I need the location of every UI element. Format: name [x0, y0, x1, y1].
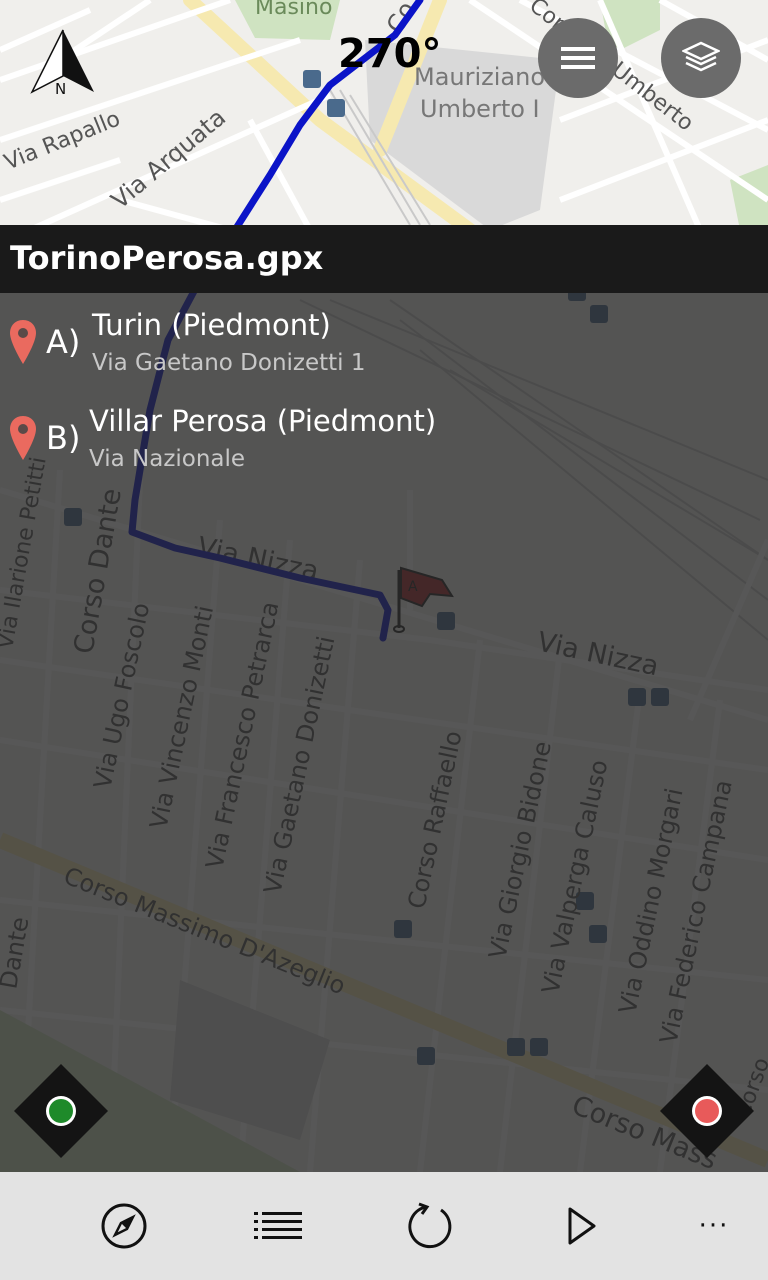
record-button[interactable] [660, 1064, 754, 1158]
pin-icon [10, 416, 36, 460]
start-button[interactable] [14, 1064, 108, 1158]
north-compass-icon[interactable]: N [30, 28, 96, 100]
app-bar: ··· [0, 1172, 768, 1280]
svg-text:N: N [55, 80, 66, 98]
pin-icon [10, 320, 36, 364]
waypoint-letter: A) [46, 323, 81, 361]
more-icon: ··· [698, 1211, 730, 1241]
compass-icon [101, 1203, 147, 1249]
waypoint-address: Via Nazionale [89, 446, 246, 472]
refresh-icon [408, 1202, 452, 1249]
heading-readout: 270° [338, 31, 442, 77]
refresh-button[interactable] [400, 1196, 460, 1256]
layers-button[interactable] [661, 18, 741, 98]
file-title: TorinoPerosa.gpx [10, 239, 324, 277]
compass-button[interactable] [94, 1196, 154, 1256]
play-icon [568, 1207, 596, 1245]
svg-text:A: A [408, 579, 418, 595]
play-button[interactable] [552, 1196, 612, 1256]
waypoint-address: Via Gaetano Donizetti 1 [92, 350, 366, 376]
list-icon [254, 1212, 302, 1239]
waypoint-name: Villar Perosa (Piedmont) [89, 404, 437, 438]
more-button[interactable]: ··· [684, 1196, 744, 1256]
waypoint-letter: B) [46, 419, 81, 457]
layers-icon [682, 41, 720, 72]
list-button[interactable] [248, 1196, 308, 1256]
waypoint-name: Turin (Piedmont) [92, 308, 331, 342]
map-view[interactable]: Masino Mauriziano Umberto I Corso Re Umb… [0, 0, 768, 1172]
map-label: Masino [255, 0, 332, 20]
hamburger-menu-icon [561, 47, 595, 69]
menu-button[interactable] [538, 18, 618, 98]
map-label: Umberto I [420, 95, 540, 123]
